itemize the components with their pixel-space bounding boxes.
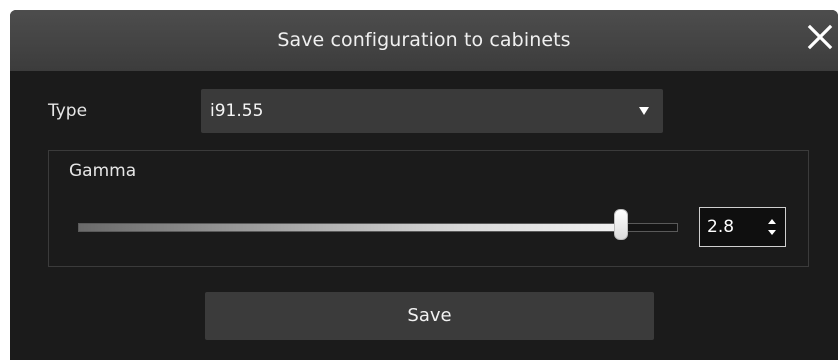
gamma-slider[interactable] (78, 223, 678, 232)
save-configuration-dialog: Save configuration to cabinets Type i91.… (10, 10, 838, 360)
gamma-group: Gamma 2.8 (48, 150, 809, 267)
gamma-label: Gamma (69, 161, 137, 181)
type-selected-value: i91.55 (210, 101, 264, 121)
chevron-down-icon (639, 107, 649, 115)
dialog-title: Save configuration to cabinets (277, 29, 571, 51)
close-button[interactable] (806, 23, 834, 51)
gamma-slider-fill (79, 224, 622, 231)
close-icon (807, 24, 833, 50)
gamma-slider-handle[interactable] (614, 209, 628, 240)
spin-down-icon[interactable] (768, 230, 776, 235)
type-dropdown[interactable]: i91.55 (201, 89, 663, 133)
gamma-spinbox[interactable]: 2.8 (699, 207, 786, 247)
type-label: Type (48, 101, 88, 121)
gamma-value: 2.8 (707, 217, 735, 237)
title-bar[interactable]: Save configuration to cabinets (10, 10, 838, 71)
save-button[interactable]: Save (205, 292, 654, 340)
spin-up-icon[interactable] (768, 219, 776, 224)
